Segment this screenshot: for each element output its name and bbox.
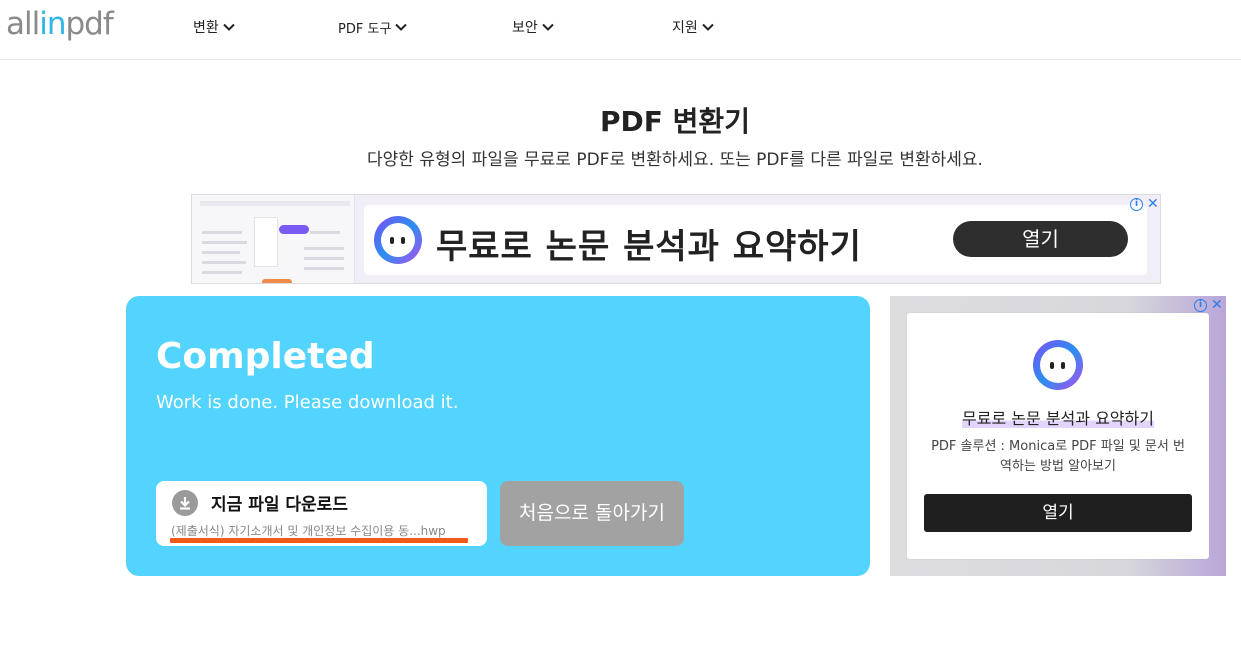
file-name-highlight [170,538,468,543]
ad-content: 무료로 논문 분석과 요약하기 열기 [364,205,1147,275]
ad-open-button[interactable]: 열기 [953,221,1128,257]
completed-title: Completed [156,336,375,377]
logo-text-in: in [39,6,66,42]
ad-description: PDF 솔루션 : Monica로 PDF 파일 및 문서 번역하는 방법 알아… [931,439,1185,474]
monica-logo-icon [374,216,422,264]
download-label: 지금 파일 다운로드 [211,495,348,515]
nav-item-security[interactable]: 보안 [512,15,555,39]
nav-item-convert[interactable]: 변환 [193,15,236,39]
download-icon [172,490,198,516]
logo-text-pdf: pdf [65,6,114,42]
ad-choices[interactable]: i ✕ [1130,196,1159,212]
info-icon[interactable]: i [1130,197,1143,211]
ad-banner-top[interactable]: 무료로 논문 분석과 요약하기 열기 i ✕ [191,194,1161,284]
ad-headline: 무료로 논문 분석과 요약하기 [436,227,862,267]
nav-label: PDF 도구 [338,21,392,37]
close-icon[interactable]: ✕ [1147,196,1159,212]
nav-label: 지원 [672,20,698,36]
download-file-name: (제출서식) 자기소개서 및 개인정보 수집이용 동...hwp [171,524,446,538]
ad-card: 무료로 논문 분석과 요약하기 PDF 솔루션 : Monica로 PDF 파일… [907,313,1209,559]
chevron-down-icon [395,23,408,31]
monica-logo-icon [1033,340,1083,390]
ad-headline: 무료로 논문 분석과 요약하기 [962,409,1154,428]
page-title: PDF 변환기 [600,105,750,138]
completed-panel: Completed Work is done. Please download … [126,296,870,576]
allinpdf-logo[interactable]: allinpdf [6,6,114,42]
nav-label: 보안 [512,20,538,36]
nav-item-support[interactable]: 지원 [672,15,715,39]
close-icon[interactable]: ✕ [1211,297,1223,313]
ad-choices[interactable]: i ✕ [1194,297,1223,313]
nav-label: 변환 [193,20,219,36]
logo-text-all: all [6,6,40,42]
completed-message: Work is done. Please download it. [156,392,459,413]
info-icon[interactable]: i [1194,298,1207,312]
ad-banner-right[interactable]: i ✕ 무료로 논문 분석과 요약하기 PDF 솔루션 : Monica로 PD… [890,296,1226,576]
chevron-down-icon [542,23,554,31]
ad-thumbnail-image [192,195,355,283]
chevron-down-icon [223,23,235,31]
site-header: allinpdf 변환 PDF 도구 보안 지원 [0,0,1241,60]
page-subtitle: 다양한 유형의 파일을 무료로 PDF로 변환하세요. 또는 PDF를 다른 파… [367,150,983,170]
chevron-down-icon [702,23,714,31]
back-to-start-button[interactable]: 처음으로 돌아가기 [500,481,684,546]
download-button[interactable]: 지금 파일 다운로드 (제출서식) 자기소개서 및 개인정보 수집이용 동...… [156,481,487,546]
nav-item-pdf-tools[interactable]: PDF 도구 [338,15,408,39]
ad-open-button[interactable]: 열기 [924,494,1192,532]
